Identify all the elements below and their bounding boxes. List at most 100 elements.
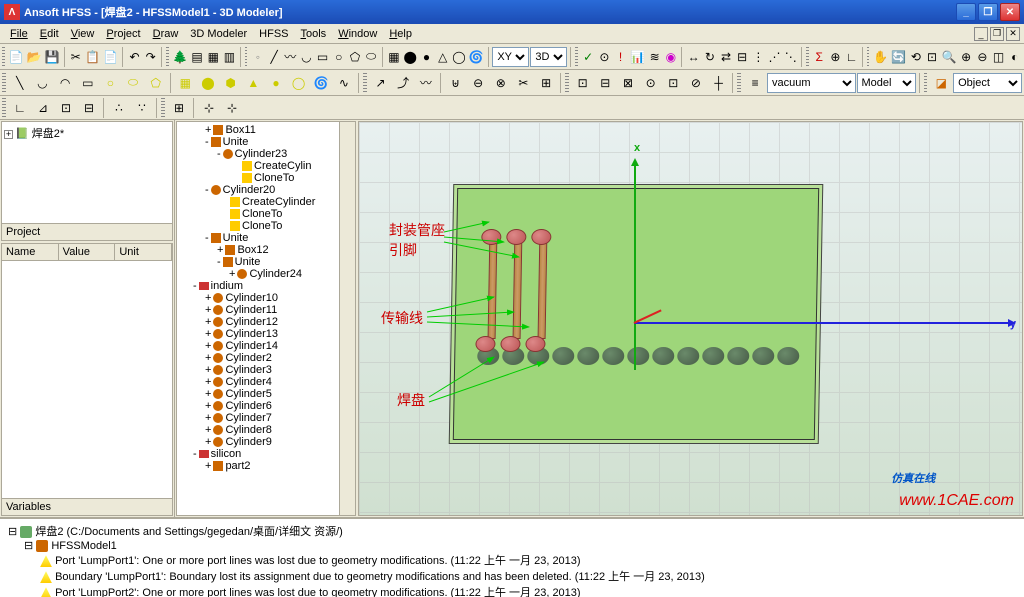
tree-expand-icon[interactable]: - bbox=[217, 148, 221, 160]
helix-button[interactable]: 🌀 bbox=[468, 46, 485, 68]
sweep-path-button[interactable]: 〰 bbox=[415, 72, 437, 94]
dup-mirror-button[interactable]: ⋱ bbox=[783, 46, 798, 68]
tree-expand-icon[interactable]: + bbox=[205, 412, 211, 424]
model-tree-item[interactable]: - Unite bbox=[179, 136, 353, 148]
snap-off[interactable]: ⊘ bbox=[685, 72, 707, 94]
menu-help[interactable]: Help bbox=[383, 27, 418, 41]
toolbar-grip[interactable] bbox=[363, 73, 367, 93]
save-button[interactable]: 💾 bbox=[44, 46, 61, 68]
menu-project[interactable]: Project bbox=[100, 27, 146, 41]
snapy[interactable]: ⊹ bbox=[221, 97, 243, 119]
arc-button[interactable]: ◡ bbox=[299, 46, 314, 68]
model-tree-item[interactable]: + Cylinder5 bbox=[179, 388, 353, 400]
menu-3d-modeler[interactable]: 3D Modeler bbox=[184, 27, 253, 41]
zoom-fit-button[interactable]: ⊡ bbox=[924, 46, 939, 68]
tree-expand-icon[interactable]: + bbox=[205, 316, 211, 328]
tree-expand-icon[interactable]: + bbox=[205, 124, 211, 136]
model-tree-item[interactable]: - Cylinder23 bbox=[179, 148, 353, 160]
dup-angle-button[interactable]: ⋰ bbox=[767, 46, 782, 68]
mdi-close-button[interactable]: ✕ bbox=[1006, 27, 1020, 41]
subtract-button[interactable]: ⊖ bbox=[467, 72, 489, 94]
tree-expand-icon[interactable]: + bbox=[205, 424, 211, 436]
toolbar-grip[interactable] bbox=[2, 47, 5, 67]
model-tree-item[interactable]: CreateCylin bbox=[179, 160, 353, 172]
cyl2-tool[interactable]: ⬤ bbox=[197, 72, 219, 94]
toolbar-grip[interactable] bbox=[565, 73, 569, 93]
model-tree-item[interactable]: - Cylinder20 bbox=[179, 184, 353, 196]
circle2-tool[interactable]: ○ bbox=[100, 72, 122, 94]
model-tree-item[interactable]: + Cylinder13 bbox=[179, 328, 353, 340]
model-tree-item[interactable]: + Box12 bbox=[179, 244, 353, 256]
close-button[interactable]: ✕ bbox=[1000, 3, 1020, 21]
menu-hfss[interactable]: HFSS bbox=[253, 27, 294, 41]
mdi-restore-button[interactable]: ❐ bbox=[990, 27, 1004, 41]
tree-expand-icon[interactable]: + bbox=[205, 292, 211, 304]
menu-window[interactable]: Window bbox=[332, 27, 383, 41]
model-tree-item[interactable]: + Box11 bbox=[179, 124, 353, 136]
snap5[interactable]: ∴ bbox=[108, 97, 130, 119]
tree-expand-icon[interactable]: + bbox=[205, 376, 211, 388]
grid-button[interactable]: ⊞ bbox=[168, 97, 190, 119]
tree-button[interactable]: 🌲 bbox=[172, 46, 189, 68]
model-tree-panel[interactable]: + Box11- Unite- Cylinder23 CreateCylin C… bbox=[176, 121, 356, 516]
circuit-button[interactable]: ⊙ bbox=[597, 46, 612, 68]
material-select[interactable]: vacuum bbox=[767, 73, 856, 93]
menu-file[interactable]: File bbox=[4, 27, 34, 41]
tree-expand-icon[interactable]: + bbox=[205, 352, 211, 364]
unite-button[interactable]: ⊎ bbox=[445, 72, 467, 94]
model-tree-item[interactable]: - silicon bbox=[179, 448, 353, 460]
list-button[interactable]: ▤ bbox=[189, 46, 204, 68]
model-tree-item[interactable]: - indium bbox=[179, 280, 353, 292]
paste-button[interactable]: 📄 bbox=[102, 46, 119, 68]
tree-expand-icon[interactable]: + bbox=[205, 388, 211, 400]
zoom-window-button[interactable]: ◫ bbox=[991, 46, 1006, 68]
open-button[interactable]: 📂 bbox=[26, 46, 43, 68]
cone-button[interactable]: △ bbox=[435, 46, 450, 68]
sphere2-tool[interactable]: ● bbox=[265, 72, 287, 94]
model-tree-item[interactable]: CloneTo bbox=[179, 220, 353, 232]
undo-button[interactable]: ↶ bbox=[127, 46, 142, 68]
sweep-button[interactable]: ≋ bbox=[647, 46, 662, 68]
model-tree-item[interactable]: + part2 bbox=[179, 460, 353, 472]
helix2-tool[interactable]: 🌀 bbox=[310, 72, 332, 94]
tree-expand-icon[interactable]: + bbox=[205, 460, 211, 472]
bond-tool[interactable]: ∿ bbox=[333, 72, 355, 94]
message-panel[interactable]: ⊟ 焊盘2 (C:/Documents and Settings/gegedan… bbox=[0, 517, 1024, 597]
pcb-board[interactable] bbox=[449, 184, 824, 444]
snapx[interactable]: ⊹ bbox=[198, 97, 220, 119]
tree-expand-icon[interactable]: + bbox=[217, 244, 223, 256]
model-tree-item[interactable]: + Cylinder11 bbox=[179, 304, 353, 316]
offset-button[interactable]: ⊟ bbox=[735, 46, 750, 68]
minimize-button[interactable]: _ bbox=[956, 3, 976, 21]
model-tree-item[interactable]: CloneTo bbox=[179, 208, 353, 220]
toolbar-grip[interactable] bbox=[867, 47, 870, 67]
model-tree-item[interactable]: + Cylinder3 bbox=[179, 364, 353, 376]
snap-grid[interactable]: ⊡ bbox=[662, 72, 684, 94]
polygon2-tool[interactable]: ⬠ bbox=[145, 72, 167, 94]
rotate-button[interactable]: 🔄 bbox=[890, 46, 907, 68]
model-tree-item[interactable]: + Cylinder4 bbox=[179, 376, 353, 388]
maximize-button[interactable]: ❐ bbox=[978, 3, 998, 21]
zoom-button[interactable]: ⊕ bbox=[959, 46, 974, 68]
view-mode-select[interactable]: 3D bbox=[530, 47, 567, 67]
model-tree-item[interactable]: + Cylinder6 bbox=[179, 400, 353, 412]
polygon-button[interactable]: ⬠ bbox=[347, 46, 362, 68]
torus2-tool[interactable]: ◯ bbox=[288, 72, 310, 94]
axis-button[interactable]: ∟ bbox=[844, 46, 859, 68]
zoom-out-button[interactable]: ⊖ bbox=[975, 46, 990, 68]
project-tree-item[interactable]: +📗 焊盘2* bbox=[4, 124, 170, 142]
line-button[interactable]: ╱ bbox=[266, 46, 281, 68]
snap-face[interactable]: ⊠ bbox=[617, 72, 639, 94]
menu-view[interactable]: View bbox=[65, 27, 101, 41]
cylinder-button[interactable]: ⬤ bbox=[403, 46, 418, 68]
toolbar-grip[interactable] bbox=[166, 47, 169, 67]
menu-tools[interactable]: Tools bbox=[295, 27, 333, 41]
snap-edge[interactable]: ⊟ bbox=[595, 72, 617, 94]
snap1[interactable]: ∟ bbox=[9, 97, 31, 119]
pan-button[interactable]: ✋ bbox=[872, 46, 889, 68]
col-unit[interactable]: Unit bbox=[115, 244, 172, 260]
arc3-tool[interactable]: ◡ bbox=[32, 72, 54, 94]
zoom-in-button[interactable]: 🔍 bbox=[941, 46, 958, 68]
cut-button[interactable]: ✂ bbox=[68, 46, 83, 68]
tree-expand-icon[interactable]: - bbox=[205, 184, 209, 196]
